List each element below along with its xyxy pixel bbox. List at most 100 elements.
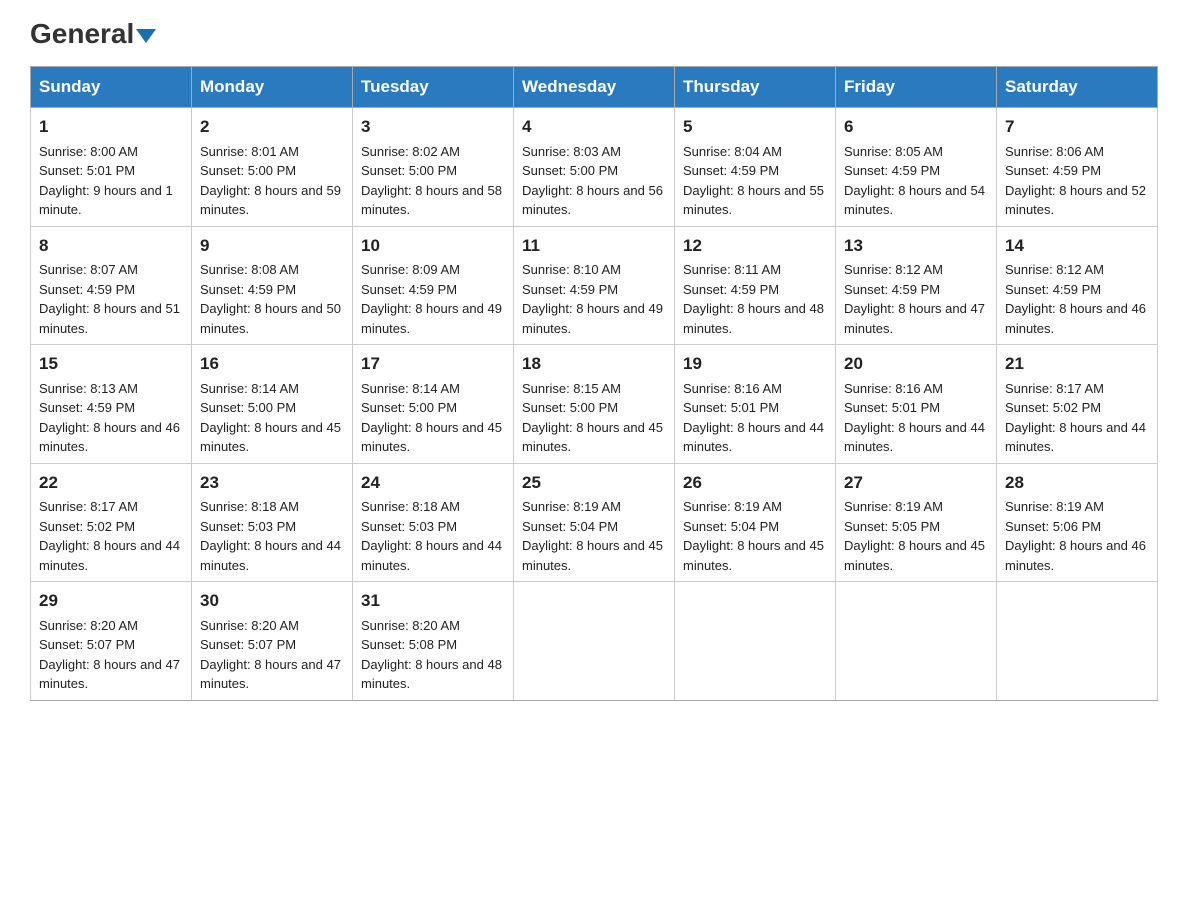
daylight-text: Daylight: 8 hours and 51 minutes. [39,301,180,336]
table-row: 1Sunrise: 8:00 AMSunset: 5:01 PMDaylight… [31,108,192,227]
calendar-week-row: 22Sunrise: 8:17 AMSunset: 5:02 PMDayligh… [31,463,1158,582]
calendar-table: Sunday Monday Tuesday Wednesday Thursday… [30,66,1158,701]
table-row: 31 Sunrise: 8:20 AM Sunset: 5:08 PM Dayligh… [353,582,514,701]
sunrise-text: Sunrise: 8:18 AM [361,499,460,514]
sunrise-text: Sunrise: 8:10 AM [522,262,621,277]
table-row: 24Sunrise: 8:18 AMSunset: 5:03 PMDayligh… [353,463,514,582]
table-row: 5Sunrise: 8:04 AMSunset: 4:59 PMDaylight… [675,108,836,227]
sunset-text: Sunset: 4:59 PM [39,400,135,415]
header-sunday: Sunday [31,67,192,108]
sunset-text: Sunset: 5:07 PM [39,637,135,652]
sunset-text: Sunset: 5:02 PM [39,519,135,534]
daylight-text: Daylight: 8 hours and 45 minutes. [361,420,502,455]
daylight-text: Daylight: 8 hours and 52 minutes. [1005,183,1146,218]
daylight-text: Daylight: 8 hours and 44 minutes. [683,420,824,455]
sunset-text: Sunset: 4:59 PM [361,282,457,297]
sunset-text: Sunset: 4:59 PM [844,163,940,178]
table-row: 9Sunrise: 8:08 AMSunset: 4:59 PMDaylight… [192,226,353,345]
daylight-text: Daylight: 8 hours and 46 minutes. [1005,538,1146,573]
table-row: 22Sunrise: 8:17 AMSunset: 5:02 PMDayligh… [31,463,192,582]
table-row: 10Sunrise: 8:09 AMSunset: 4:59 PMDayligh… [353,226,514,345]
daylight-text: Daylight: 8 hours and 47 minutes. [39,657,180,692]
table-row: 11Sunrise: 8:10 AMSunset: 4:59 PMDayligh… [514,226,675,345]
day-number: 2 [200,114,344,140]
table-row: 25 Sunrise: 8:19 AM Sunset: 5:04 PM Dayligh… [514,463,675,582]
daylight-text: Daylight: 8 hours and 45 minutes. [522,538,663,573]
sunrise-text: Sunrise: 8:14 AM [200,381,299,396]
sunrise-text: Sunrise: 8:14 AM [361,381,460,396]
day-number: 19 [683,351,827,377]
table-row: 23 Sunrise: 8:18 AM Sunset: 5:03 PM Dayligh… [192,463,353,582]
day-number: 18 [522,351,666,377]
daylight-text: Daylight: 8 hours and 45 minutes. [683,538,824,573]
sunset-text: Sunset: 4:59 PM [200,282,296,297]
day-number: 22 [39,470,183,496]
daylight-text: Daylight: 8 hours and 58 minutes. [361,183,502,218]
daylight-text: Daylight: 8 hours and 49 minutes. [361,301,502,336]
day-number: 7 [1005,114,1149,140]
logo: General [30,20,156,46]
sunrise-text: Sunrise: 8:20 AM [361,618,460,633]
day-number: 12 [683,233,827,259]
sunset-text: Sunset: 4:59 PM [39,282,135,297]
day-number: 31 [361,588,505,614]
sunrise-text: Sunrise: 8:19 AM [1005,499,1104,514]
daylight-text: Daylight: 9 hours and 1 minute. [39,183,173,218]
sunrise-text: Sunrise: 8:20 AM [39,618,138,633]
sunrise-text: Sunrise: 8:19 AM [844,499,943,514]
daylight-text: Daylight: 8 hours and 55 minutes. [683,183,824,218]
calendar-week-row: 15Sunrise: 8:13 AMSunset: 4:59 PMDayligh… [31,345,1158,464]
table-row: 15Sunrise: 8:13 AMSunset: 4:59 PMDayligh… [31,345,192,464]
calendar-week-row: 1Sunrise: 8:00 AMSunset: 5:01 PMDaylight… [31,108,1158,227]
table-row [836,582,997,701]
table-row: 7Sunrise: 8:06 AMSunset: 4:59 PMDaylight… [997,108,1158,227]
sunrise-text: Sunrise: 8:12 AM [1005,262,1104,277]
table-row [514,582,675,701]
table-row: 6Sunrise: 8:05 AMSunset: 4:59 PMDaylight… [836,108,997,227]
sunrise-text: Sunrise: 8:19 AM [522,499,621,514]
table-row: 19Sunrise: 8:16 AMSunset: 5:01 PMDayligh… [675,345,836,464]
day-number: 28 [1005,470,1149,496]
day-number: 24 [361,470,505,496]
day-number: 30 [200,588,344,614]
table-row: 4Sunrise: 8:03 AMSunset: 5:00 PMDaylight… [514,108,675,227]
sunset-text: Sunset: 5:08 PM [361,637,457,652]
table-row: 8Sunrise: 8:07 AMSunset: 4:59 PMDaylight… [31,226,192,345]
daylight-text: Daylight: 8 hours and 50 minutes. [200,301,341,336]
table-row: 17Sunrise: 8:14 AMSunset: 5:00 PMDayligh… [353,345,514,464]
sunset-text: Sunset: 4:59 PM [844,282,940,297]
day-number: 13 [844,233,988,259]
day-number: 10 [361,233,505,259]
sunset-text: Sunset: 5:00 PM [361,400,457,415]
daylight-text: Daylight: 8 hours and 48 minutes. [683,301,824,336]
table-row: 14Sunrise: 8:12 AMSunset: 4:59 PMDayligh… [997,226,1158,345]
day-number: 15 [39,351,183,377]
sunrise-text: Sunrise: 8:18 AM [200,499,299,514]
sunset-text: Sunset: 5:00 PM [200,163,296,178]
sunrise-text: Sunrise: 8:15 AM [522,381,621,396]
sunrise-text: Sunrise: 8:00 AM [39,144,138,159]
logo-triangle-icon [136,29,156,43]
day-number: 25 [522,470,666,496]
sunrise-text: Sunrise: 8:03 AM [522,144,621,159]
day-number: 8 [39,233,183,259]
table-row: 16Sunrise: 8:14 AMSunset: 5:00 PMDayligh… [192,345,353,464]
table-row: 13Sunrise: 8:12 AMSunset: 4:59 PMDayligh… [836,226,997,345]
day-number: 20 [844,351,988,377]
sunset-text: Sunset: 5:03 PM [200,519,296,534]
sunset-text: Sunset: 4:59 PM [522,282,618,297]
sunrise-text: Sunrise: 8:06 AM [1005,144,1104,159]
daylight-text: Daylight: 8 hours and 48 minutes. [361,657,502,692]
table-row: 18Sunrise: 8:15 AMSunset: 5:00 PMDayligh… [514,345,675,464]
daylight-text: Daylight: 8 hours and 45 minutes. [522,420,663,455]
day-number: 11 [522,233,666,259]
daylight-text: Daylight: 8 hours and 44 minutes. [844,420,985,455]
sunset-text: Sunset: 5:04 PM [522,519,618,534]
sunset-text: Sunset: 5:07 PM [200,637,296,652]
sunset-text: Sunset: 5:04 PM [683,519,779,534]
sunset-text: Sunset: 4:59 PM [683,163,779,178]
weekday-header-row: Sunday Monday Tuesday Wednesday Thursday… [31,67,1158,108]
day-number: 23 [200,470,344,496]
daylight-text: Daylight: 8 hours and 44 minutes. [200,538,341,573]
sunrise-text: Sunrise: 8:04 AM [683,144,782,159]
